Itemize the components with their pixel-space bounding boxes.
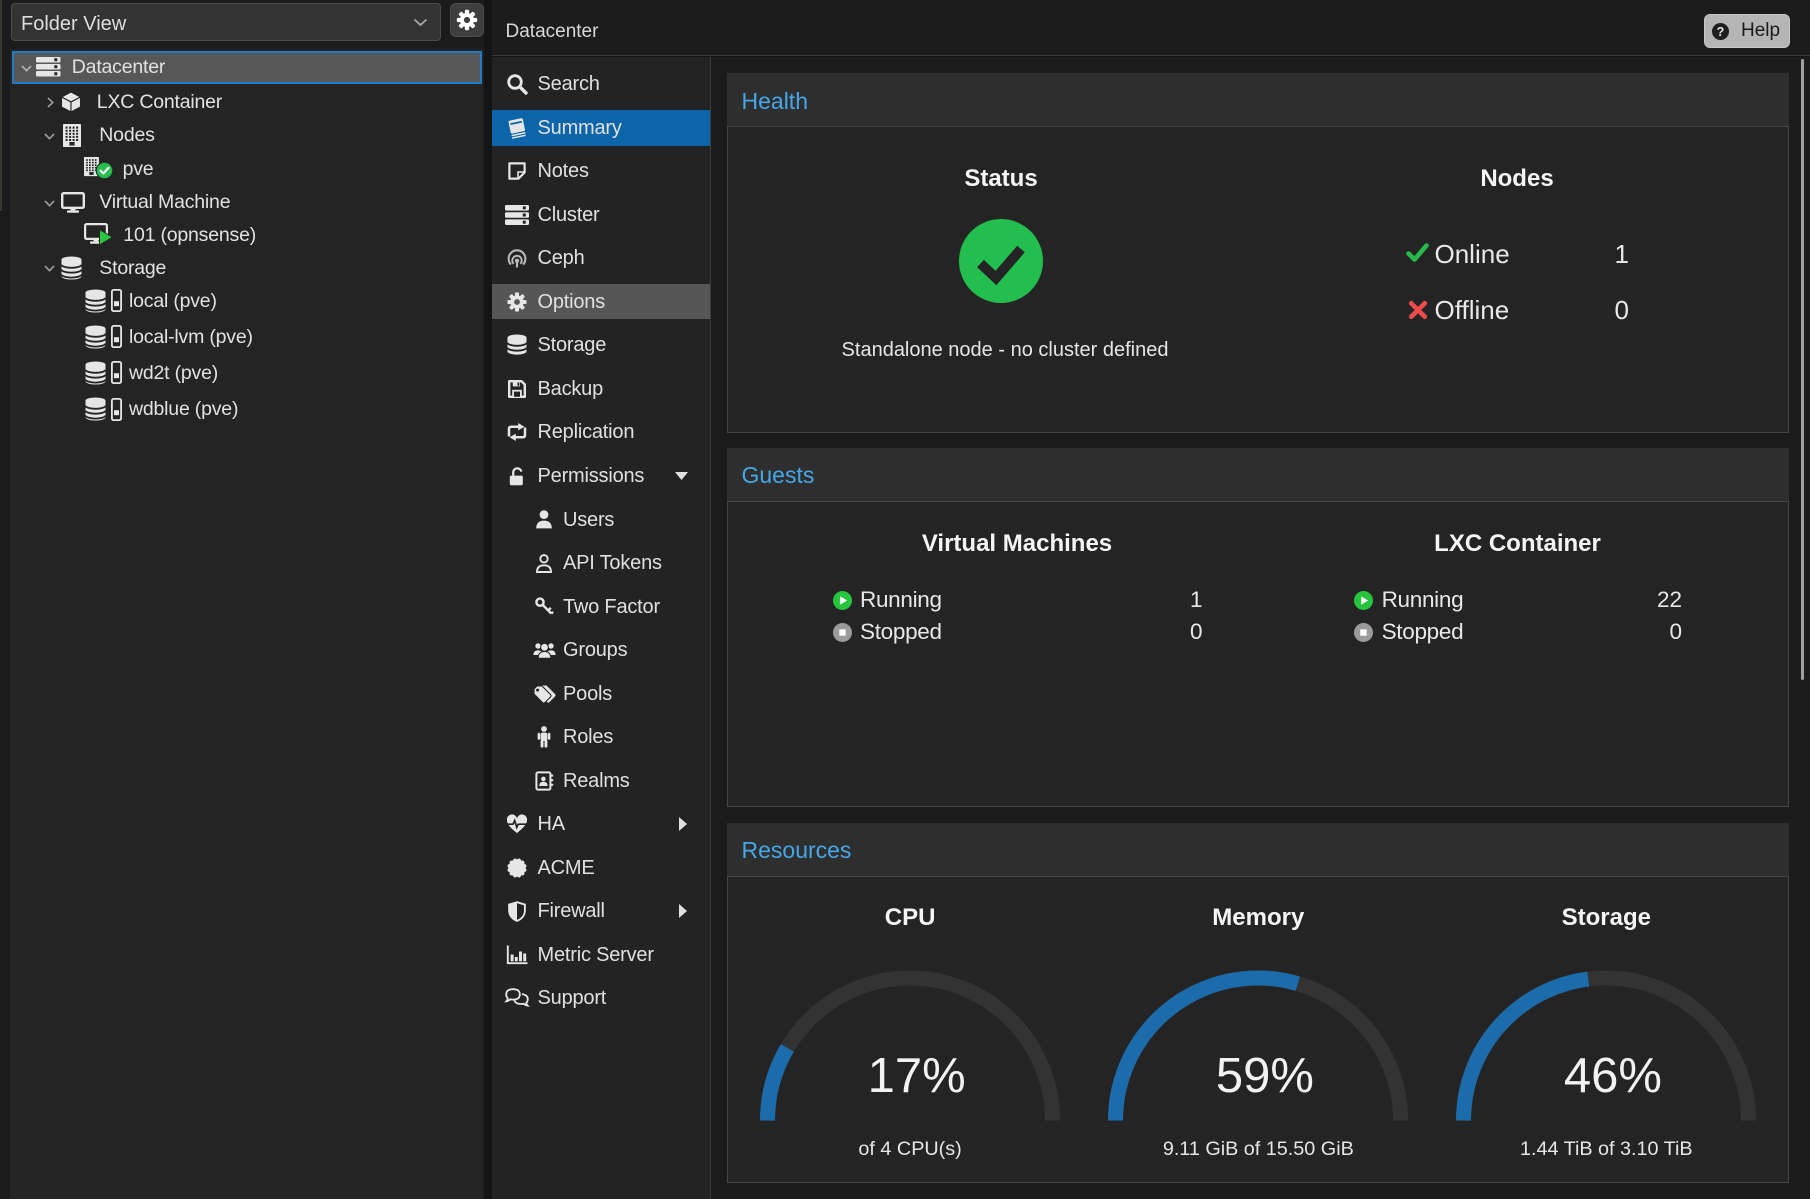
svg-text:?: ?	[1716, 24, 1724, 38]
